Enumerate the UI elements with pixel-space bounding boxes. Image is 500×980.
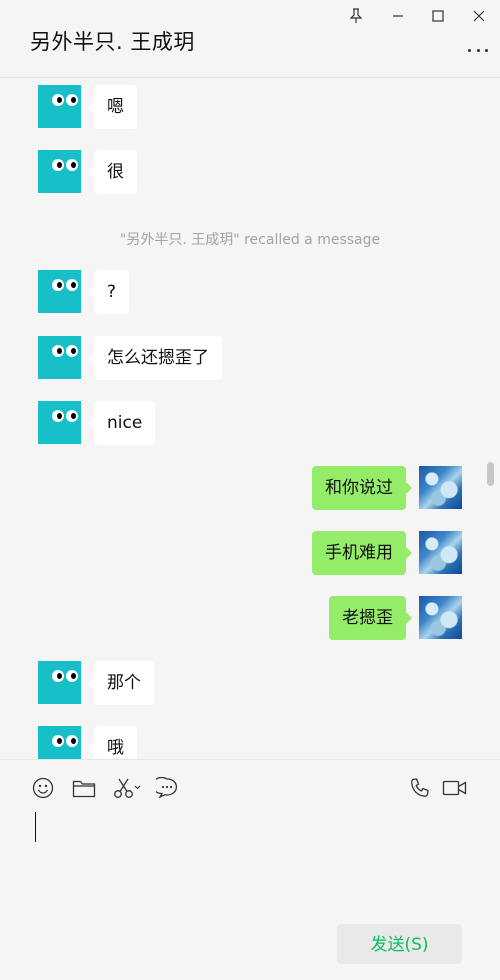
message-bubble[interactable]: 老摁歪 — [329, 596, 412, 640]
message-bubble[interactable]: ? — [87, 270, 130, 314]
folder-icon[interactable] — [72, 776, 96, 800]
my-avatar[interactable] — [419, 596, 462, 639]
contact-avatar[interactable] — [38, 726, 81, 759]
message-bubble[interactable]: 和你说过 — [312, 466, 412, 510]
message-item: 很 — [0, 150, 500, 194]
emoji-icon[interactable] — [31, 776, 55, 800]
scrollbar-thumb[interactable] — [487, 462, 494, 486]
chat-title: 另外半只. 王成玥 — [30, 30, 195, 54]
video-call-icon[interactable] — [442, 776, 468, 800]
pin-icon[interactable] — [345, 6, 367, 26]
message-item: 和你说过 — [0, 466, 500, 510]
my-avatar[interactable] — [419, 531, 462, 574]
contact-avatar[interactable] — [38, 150, 81, 193]
phone-icon[interactable] — [408, 776, 432, 800]
message-item: ? — [0, 270, 500, 314]
title-bar: 另外半只. 王成玥 — [0, 0, 500, 78]
minimize-icon[interactable] — [387, 6, 409, 26]
message-item: 嗯 — [0, 85, 500, 129]
contact-avatar[interactable] — [38, 401, 81, 444]
message-item: 老摁歪 — [0, 596, 500, 640]
more-icon[interactable] — [468, 46, 488, 54]
message-item: 手机难用 — [0, 531, 500, 575]
close-icon[interactable] — [468, 6, 490, 26]
maximize-icon[interactable] — [427, 6, 449, 26]
send-button[interactable]: 发送(S) — [337, 924, 462, 964]
scissors-icon[interactable] — [112, 776, 142, 800]
my-avatar[interactable] — [419, 466, 462, 509]
message-bubble[interactable]: 嗯 — [88, 85, 137, 129]
message-bubble[interactable]: 怎么还摁歪了 — [88, 336, 222, 380]
message-item: 哦 — [0, 726, 500, 759]
chat-history-icon[interactable] — [155, 776, 179, 800]
message-item: 怎么还摁歪了 — [0, 336, 500, 380]
message-bubble[interactable]: nice — [87, 401, 156, 445]
message-bubble[interactable]: 那个 — [88, 661, 154, 705]
message-bubble[interactable]: 手机难用 — [312, 531, 412, 575]
composer: 发送(S) — [0, 759, 500, 980]
message-list[interactable]: 嗯 很 "另外半只. 王成玥" recalled a message ? 怎么还… — [0, 78, 500, 759]
message-bubble[interactable]: 很 — [88, 150, 137, 194]
contact-avatar[interactable] — [38, 661, 81, 704]
message-item: 那个 — [0, 661, 500, 705]
message-input[interactable] — [35, 812, 36, 842]
contact-avatar[interactable] — [38, 336, 81, 379]
recall-notice: "另外半只. 王成玥" recalled a message — [119, 232, 381, 248]
contact-avatar[interactable] — [38, 85, 81, 128]
contact-avatar[interactable] — [38, 270, 81, 313]
message-item: nice — [0, 401, 500, 445]
message-bubble[interactable]: 哦 — [88, 726, 137, 759]
